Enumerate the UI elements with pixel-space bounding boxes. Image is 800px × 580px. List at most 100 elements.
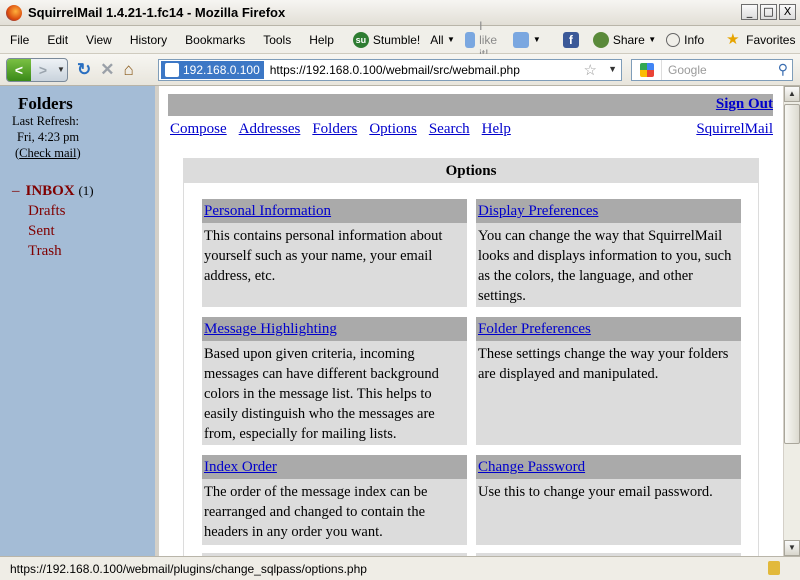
title-bar: SquirrelMail 1.4.21-1.fc14 - Mozilla Fir… — [0, 0, 800, 26]
menu-history[interactable]: History — [119, 33, 174, 47]
last-refresh-time: Fri, 4:23 pm — [17, 130, 80, 144]
options-link[interactable]: Options — [369, 121, 417, 138]
maximize-button[interactable]: □ — [760, 4, 777, 20]
search-bar[interactable]: Google ⚲ — [631, 59, 793, 81]
option-description: You can change the way that SquirrelMail… — [478, 228, 732, 304]
scroll-thumb[interactable] — [784, 104, 800, 444]
content-frame: Sign Out Compose Addresses Folders Optio… — [159, 86, 783, 556]
folder-trash[interactable]: Trash — [28, 243, 62, 260]
status-bar: https://192.168.0.100/webmail/plugins/ch… — [0, 556, 800, 580]
option-header: Change Password — [476, 455, 741, 479]
compose-link[interactable]: Compose — [170, 121, 227, 138]
option-folder-preferences: Folder Preferences These settings change… — [476, 317, 741, 445]
option-header: Display Preferences — [476, 199, 741, 223]
search-icon[interactable]: ⚲ — [778, 61, 788, 78]
options-heading: Options — [184, 159, 758, 183]
inbox-link[interactable]: INBOX — [26, 183, 75, 199]
change-password-link[interactable]: Change Password — [478, 459, 585, 475]
option-description: These settings change the way your folde… — [478, 346, 729, 382]
stumble-label: Stumble! — [372, 32, 421, 47]
lock-icon[interactable] — [768, 561, 780, 575]
close-button[interactable]: X — [779, 4, 796, 20]
inbox-unread-count: (1) — [78, 183, 94, 198]
navigation-bar: < > ▼ ↻ ✕ ⌂ 192.168.0.100 https://192.16… — [0, 54, 800, 86]
scroll-up-icon[interactable]: ▲ — [784, 86, 800, 102]
thumbs-down-icon — [512, 31, 529, 48]
back-arrow-icon[interactable]: < — [7, 58, 31, 81]
folder-preferences-link[interactable]: Folder Preferences — [478, 321, 591, 337]
favorites-label: Favorites — [746, 32, 796, 47]
index-order-link[interactable]: Index Order — [204, 459, 277, 475]
option-message-highlighting: Message Highlighting Based upon given cr… — [202, 317, 467, 445]
check-mail: (Check mail) — [15, 146, 81, 161]
option-description: Use this to change your email password. — [478, 484, 713, 500]
share-label: Share — [612, 32, 645, 47]
folder-sent[interactable]: Sent — [28, 223, 55, 240]
all-label: All — [430, 32, 444, 47]
facebook-button[interactable]: f — [562, 31, 583, 48]
search-engine-button[interactable] — [632, 60, 662, 80]
option-index-order: Index Order The order of the message ind… — [202, 455, 467, 545]
squirrelmail-link[interactable]: SquirrelMail — [696, 121, 773, 138]
facebook-icon: f — [562, 31, 579, 48]
url-text[interactable]: https://192.168.0.100/webmail/src/webmai… — [270, 63, 520, 77]
minimize-button[interactable]: _ — [741, 4, 758, 20]
info-button[interactable]: Info — [666, 32, 705, 47]
bookmark-star-icon[interactable]: ☆ — [584, 61, 597, 79]
stop-icon[interactable]: ✕ — [100, 60, 114, 80]
option-description: Based upon given criteria, incoming mess… — [204, 346, 439, 442]
firefox-icon — [6, 4, 22, 21]
stumble-button[interactable]: su Stumble! — [352, 31, 421, 48]
info-icon — [666, 32, 681, 47]
url-bar[interactable]: 192.168.0.100 https://192.168.0.100/webm… — [158, 59, 622, 81]
personal-information-link[interactable]: Personal Information — [204, 203, 331, 219]
folder-frame: Folders Last Refresh: Fri, 4:23 pm (Chec… — [0, 86, 157, 556]
display-preferences-link[interactable]: Display Preferences — [478, 203, 598, 219]
site-identity-icon — [165, 63, 179, 77]
message-highlighting-link[interactable]: Message Highlighting — [204, 321, 337, 337]
menu-view[interactable]: View — [75, 33, 119, 47]
share-icon — [592, 31, 609, 48]
stumbleupon-icon: su — [352, 31, 369, 48]
chevron-down-icon: ▼ — [648, 35, 657, 44]
addresses-link[interactable]: Addresses — [239, 121, 301, 138]
options-panel: Options Personal Information This contai… — [183, 158, 759, 556]
option-description: The order of the message index can be re… — [204, 484, 428, 540]
chevron-down-icon: ▼ — [532, 35, 541, 44]
check-mail-link[interactable]: Check mail — [19, 146, 76, 160]
menu-tools[interactable]: Tools — [252, 33, 298, 47]
back-forward-group: < > ▼ — [6, 57, 68, 82]
info-label: Info — [684, 32, 705, 47]
search-link[interactable]: Search — [429, 121, 470, 138]
history-dropdown-icon[interactable]: ▼ — [55, 65, 67, 74]
menu-bar: File Edit View History Bookmarks Tools H… — [0, 19, 800, 61]
search-input[interactable]: Google — [668, 63, 707, 77]
option-header: Message Highlighting — [202, 317, 467, 341]
menu-file[interactable]: File — [0, 33, 36, 47]
forward-arrow-icon[interactable]: > — [31, 59, 55, 81]
star-icon: ★ — [726, 30, 740, 48]
option-description: This contains personal information about… — [204, 228, 443, 284]
folder-inbox: – INBOX (1) — [12, 183, 94, 200]
menu-bookmarks[interactable]: Bookmarks — [174, 33, 252, 47]
menu-help[interactable]: Help — [298, 33, 341, 47]
share-button[interactable]: Share ▼ — [592, 31, 657, 48]
scroll-down-icon[interactable]: ▼ — [784, 540, 800, 556]
collapse-toggle[interactable]: – — [12, 183, 20, 199]
option-header: Index Order — [202, 455, 467, 479]
option-display-preferences: Display Preferences You can change the w… — [476, 199, 741, 307]
site-identity-button[interactable]: 192.168.0.100 — [161, 61, 264, 79]
help-link[interactable]: Help — [482, 121, 511, 138]
home-icon[interactable]: ⌂ — [124, 60, 134, 80]
vertical-scrollbar[interactable]: ▲ ▼ — [783, 86, 800, 556]
thumbs-up-icon — [464, 31, 476, 48]
url-dropdown-icon[interactable]: ▼ — [608, 64, 617, 74]
folders-link[interactable]: Folders — [312, 121, 357, 138]
folder-drafts[interactable]: Drafts — [28, 203, 66, 220]
sign-out-link[interactable]: Sign Out — [716, 96, 773, 113]
dislike-button[interactable]: ▼ — [512, 31, 541, 48]
reload-icon[interactable]: ↻ — [77, 60, 91, 80]
menu-edit[interactable]: Edit — [36, 33, 75, 47]
all-dropdown[interactable]: All ▼ — [430, 33, 455, 47]
favorites-button[interactable]: ★ Favorites — [726, 30, 796, 48]
